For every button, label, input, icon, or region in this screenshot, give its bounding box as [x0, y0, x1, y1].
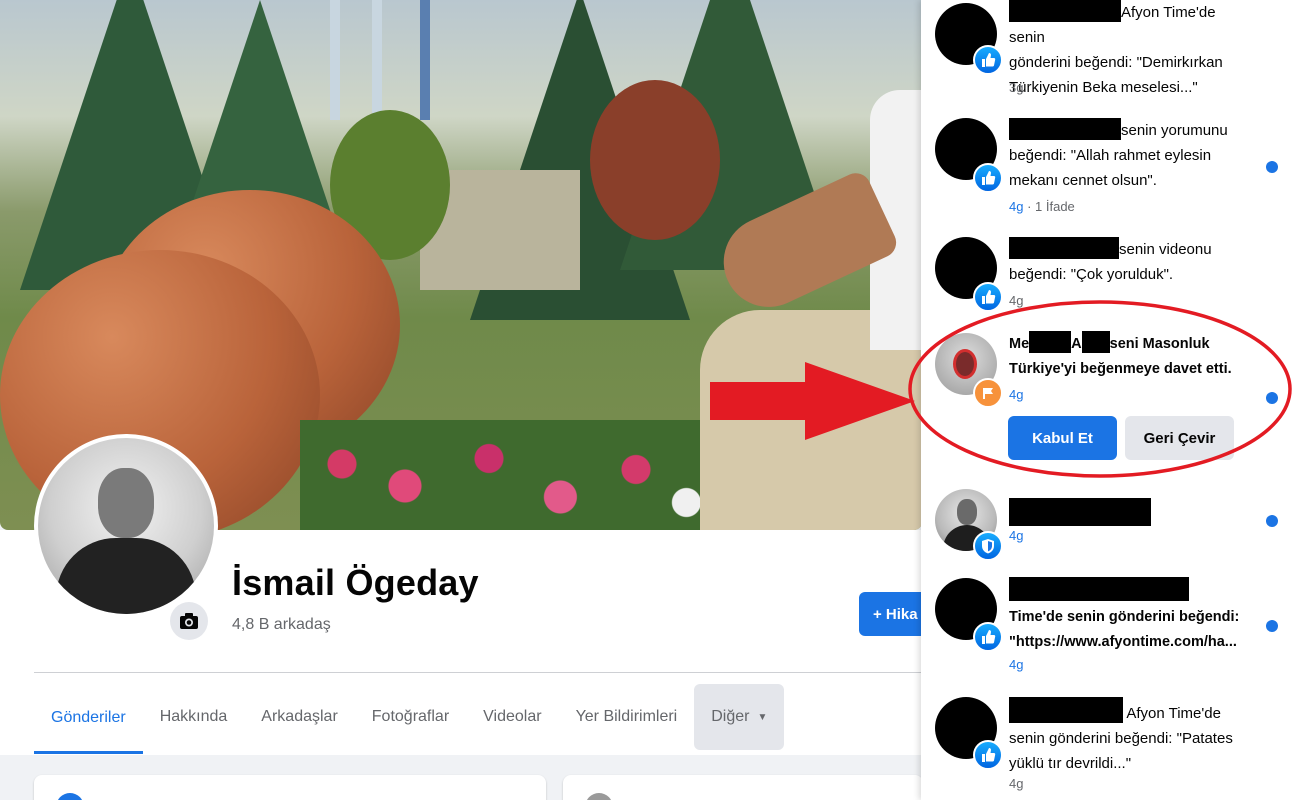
tab-posts[interactable]: Gönderiler	[34, 684, 143, 754]
redacted-name	[1029, 331, 1072, 353]
notification-time: 3g	[1009, 80, 1024, 95]
notification-text: senin yorumunu	[1121, 122, 1228, 139]
caret-down-icon: ▼	[757, 711, 768, 723]
reaction-count: · 1 İfade	[1023, 199, 1075, 214]
notification-text: Time'de senin gönderini beğendi:	[1009, 609, 1240, 625]
redacted-name	[1009, 118, 1121, 140]
person-in-cover	[700, 90, 922, 530]
profile-tabs: Gönderiler Hakkında Arkadaşlar Fotoğrafl…	[34, 684, 785, 754]
notification-time: 4g	[1009, 657, 1024, 672]
tab-checkins[interactable]: Yer Bildirimleri	[559, 684, 695, 750]
notification-time: 4g	[1009, 776, 1024, 791]
tab-more[interactable]: Diğer ▼	[694, 684, 785, 750]
like-icon	[973, 622, 1003, 652]
tab-friends[interactable]: Arkadaşlar	[244, 684, 354, 750]
divider	[34, 672, 922, 673]
flower-bed	[300, 420, 720, 530]
notification-text: senin videonu	[1119, 241, 1212, 258]
tab-videos[interactable]: Videolar	[466, 684, 558, 750]
composer-card	[563, 775, 923, 800]
red-arrow-annotation	[710, 362, 915, 440]
notification-time: 4g	[1009, 293, 1024, 308]
unread-dot	[1266, 392, 1278, 404]
notification-text: "https://www.afyontime.com/ha...	[1009, 634, 1237, 650]
tab-photos[interactable]: Fotoğraflar	[355, 684, 466, 750]
notification-text: beğendi: "Çok yorulduk".	[1009, 266, 1174, 283]
accept-invite-button[interactable]: Kabul Et	[1008, 416, 1117, 460]
page-icon	[973, 378, 1003, 408]
notification-text: mekanı cennet olsun".	[1009, 172, 1157, 189]
notification-text: A	[1071, 336, 1082, 352]
unread-dot	[1266, 161, 1278, 173]
notification-text: Türkiyenin Beka meselesi..."	[1009, 79, 1198, 96]
notification-time: 4g	[1009, 199, 1024, 214]
intro-card	[34, 775, 546, 800]
pole	[420, 0, 430, 120]
tab-about[interactable]: Hakkında	[143, 684, 245, 750]
like-icon	[973, 45, 1003, 75]
decline-invite-button[interactable]: Geri Çevir	[1125, 416, 1234, 460]
friend-count[interactable]: 4,8 B arkadaş	[232, 616, 331, 634]
camera-icon[interactable]	[170, 602, 208, 640]
profile-name: İsmail Ögeday	[232, 562, 479, 603]
globe-icon	[56, 793, 84, 800]
notification-text: seni Masonluk	[1109, 336, 1210, 352]
notification-text: beğendi: "Allah rahmet eylesin	[1009, 147, 1212, 164]
like-icon	[973, 282, 1003, 312]
unread-dot	[1266, 515, 1278, 527]
notification-time: 4g	[1009, 528, 1024, 543]
redacted-name	[1081, 331, 1110, 353]
pole	[372, 0, 382, 120]
notification-time: 4g	[1009, 387, 1024, 402]
notification-text: yüklü tır devrildi..."	[1009, 755, 1132, 772]
add-story-label: + Hika	[873, 605, 918, 623]
unread-dot	[1266, 620, 1278, 632]
notification-text: Afyon Time'de	[1126, 705, 1221, 722]
redacted-name	[1009, 0, 1121, 22]
tab-more-label: Diğer	[711, 708, 750, 725]
like-icon	[973, 163, 1003, 193]
redacted-name	[1009, 498, 1151, 526]
notification-text: Me	[1009, 336, 1030, 352]
redacted-name	[1009, 697, 1123, 723]
notification-text: Türkiye'yi beğenmeye davet etti.	[1009, 361, 1232, 377]
shield-icon	[973, 531, 1003, 561]
notification-text: senin gönderini beğendi: "Patates	[1009, 730, 1233, 747]
notification-text: gönderini beğendi: "Demirkırkan	[1009, 54, 1223, 71]
like-icon	[973, 740, 1003, 770]
profile-picture[interactable]	[34, 434, 218, 618]
notifications-panel: Afyon Time'de senin gönderini beğendi: "…	[921, 0, 1300, 800]
redacted-name	[1009, 577, 1189, 601]
avatar	[585, 793, 613, 800]
redacted-name	[1009, 237, 1119, 259]
